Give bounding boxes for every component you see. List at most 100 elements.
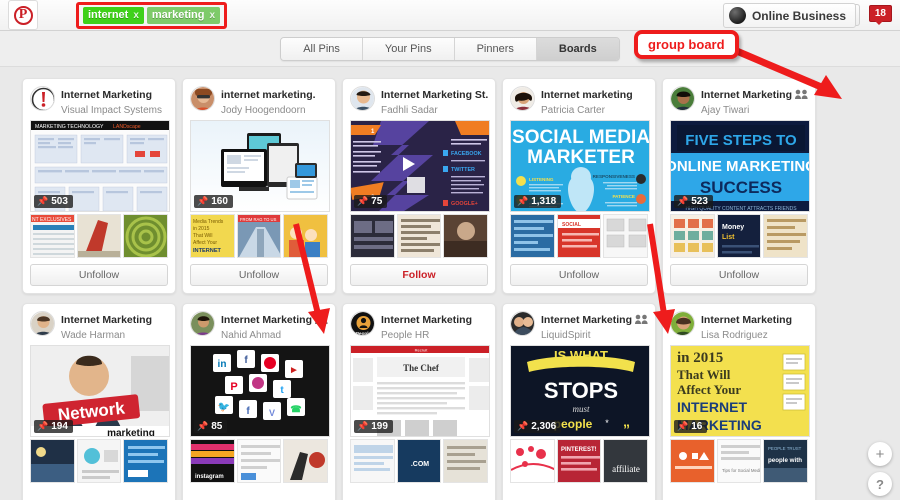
group-board-icon [635,313,648,324]
board-cover-image[interactable]: 1 2 FACEBOOK TWITTER GOOGLE+ [350,120,490,212]
board-cover-image[interactable]: FIVE STEPS TO ONLINE MARKETING SUCCESS H… [670,120,810,212]
follow-bar [510,483,648,500]
pin-count: 75 [371,196,383,207]
svg-text:P: P [230,381,237,393]
board-cover-image[interactable]: IS WHAT STOPS must people * ” 📌 2,306 [510,345,650,437]
thumbnail[interactable] [76,214,122,258]
svg-text:LISTENING: LISTENING [529,177,554,182]
thumbnail[interactable] [123,439,169,483]
board-owner: Nahid Ahmad [221,330,282,342]
board-card[interactable]: Internet Marketing Nahid Ahmad in f ► P … [182,303,336,500]
thumbnail[interactable]: .COM [396,439,442,483]
board-cover-image[interactable]: in 2015 That Will Affect Your INTERNET M… [670,345,810,437]
thumbnail[interactable] [763,214,809,258]
help-button[interactable]: ? [868,472,892,496]
thumbnail[interactable] [236,439,282,483]
thumbnail[interactable] [76,439,122,483]
svg-text:PATIENCE: PATIENCE [612,194,635,199]
avatar [30,86,55,111]
thumbnail[interactable]: Money List [716,214,762,258]
follow-bar [30,483,168,500]
thumbnail[interactable] [283,214,329,258]
tab-pinners[interactable]: Pinners [454,37,537,60]
thumbnail[interactable] [670,439,715,483]
thumbnail[interactable] [350,214,395,258]
search-input[interactable] [258,3,678,26]
board-card[interactable]: Internet Marketing Visual Impact Systems… [22,78,176,294]
thumbnail[interactable]: Tips for Social Media Marketing [716,439,762,483]
add-button[interactable]: + [868,442,892,466]
search-token-marketing[interactable]: marketing x [146,6,221,24]
board-card[interactable]: Internet Marketing Wade Harman Network m… [22,303,176,500]
pin-icon: 📌 [37,196,49,206]
pin-count: 85 [211,421,223,432]
thumbnail[interactable] [510,439,555,483]
follow-bar: Unfollow [670,258,808,293]
board-cover-image[interactable]: MARKETING TECHNOLOGY LANDscape 📌 503 [30,120,170,212]
board-cover-image[interactable]: in f ► P t 🐦 f V ☎ 📌 85 [190,345,330,437]
board-name: Internet Marketing [61,89,153,101]
thumbnail[interactable]: PINTEREST! [556,439,602,483]
follow-bar [670,483,808,500]
thumbnail[interactable] [123,214,169,258]
thumbnail[interactable] [30,439,75,483]
board-cover-image[interactable]: SOCIAL MEDIA MARKETER LISTENING ADAPTABL… [510,120,650,212]
board-thumbnails: instagram [190,439,329,483]
thumbnail[interactable] [670,214,715,258]
board-name: Internet Marketing [381,314,473,326]
board-meta: Internet Marketing Wade Harman [61,311,168,342]
token-remove-icon[interactable]: x [209,10,215,21]
thumbnail[interactable]: FROM RAG TO US [236,214,282,258]
thumbnail[interactable]: SOCIAL [556,214,602,258]
unfollow-button[interactable]: Unfollow [670,264,808,286]
thumbnail[interactable] [603,214,649,258]
pin-icon: 📌 [677,421,689,431]
follow-button[interactable]: Follow [350,264,488,286]
pin-count-badge: 📌 523 [674,195,713,208]
svg-text:STOPS: STOPS [544,378,618,403]
avatar [670,86,695,111]
user-menu[interactable]: Online Business [722,3,856,28]
thumbnail[interactable]: affiliate [603,439,649,483]
group-board-icon [795,88,808,99]
board-thumbnails: .COM [350,439,489,483]
thumbnail[interactable] [396,214,442,258]
notification-badge[interactable]: 18 [868,5,892,25]
pin-count-badge: 📌 75 [354,195,388,208]
board-card[interactable]: People Internet Marketing People HR Recr… [342,303,496,500]
thumbnail[interactable] [350,439,395,483]
thumbnail[interactable] [443,439,489,483]
tab-your-pins[interactable]: Your Pins [362,37,455,60]
board-card[interactable]: Internet Marketing Lisa Rodriguez in 201… [662,303,816,500]
thumbnail[interactable] [443,214,489,258]
token-remove-icon[interactable]: x [133,10,139,21]
svg-text:►: ► [289,365,299,376]
board-owner: Patricia Carter [541,105,605,117]
unfollow-button[interactable]: Unfollow [30,264,168,286]
tab-boards[interactable]: Boards [536,37,619,60]
pinterest-logo-icon[interactable]: P [8,0,38,30]
board-cover-image[interactable]: 📌 160 [190,120,330,212]
thumbnail[interactable]: PEOPLE TRUST people with [763,439,809,483]
board-cover-image[interactable]: Network marketing 📌 194 [30,345,170,437]
unfollow-button[interactable]: Unfollow [190,264,328,286]
pin-count-badge: 📌 194 [34,420,73,433]
board-card[interactable]: internet marketing. Jody Hoogendoorn 📌 1… [182,78,336,294]
unfollow-button[interactable]: Unfollow [510,264,648,286]
tab-all-pins[interactable]: All Pins [281,37,363,60]
search-token-internet[interactable]: internet x [83,6,144,24]
boards-row-2: Internet Marketing Wade Harman Network m… [22,303,900,500]
thumbnail[interactable]: NT EXCLUSIVES [30,214,75,258]
thumbnail[interactable] [510,214,555,258]
board-owner: Lisa Rodriguez [701,330,768,342]
board-card[interactable]: Internet Marketing Ajay Tiwari FIVE STEP… [662,78,816,294]
thumbnail[interactable]: Media Trends in 2015 That Will Affect Your I… [190,214,235,258]
svg-text:RESPONSIVENESS: RESPONSIVENESS [593,174,635,179]
board-card[interactable]: Internet Marketing St... Fadhli Sadar 1 … [342,78,496,294]
board-cover-image[interactable]: Recruit The Chef 📌 199 [350,345,490,437]
pin-count-badge: 📌 85 [194,420,228,433]
board-card[interactable]: Internet Marketing LiquidSpirit IS WHAT … [502,303,656,500]
thumbnail[interactable]: instagram [190,439,235,483]
board-card[interactable]: Internet marketing Patricia Carter SOCIA… [502,78,656,294]
thumbnail[interactable] [283,439,329,483]
